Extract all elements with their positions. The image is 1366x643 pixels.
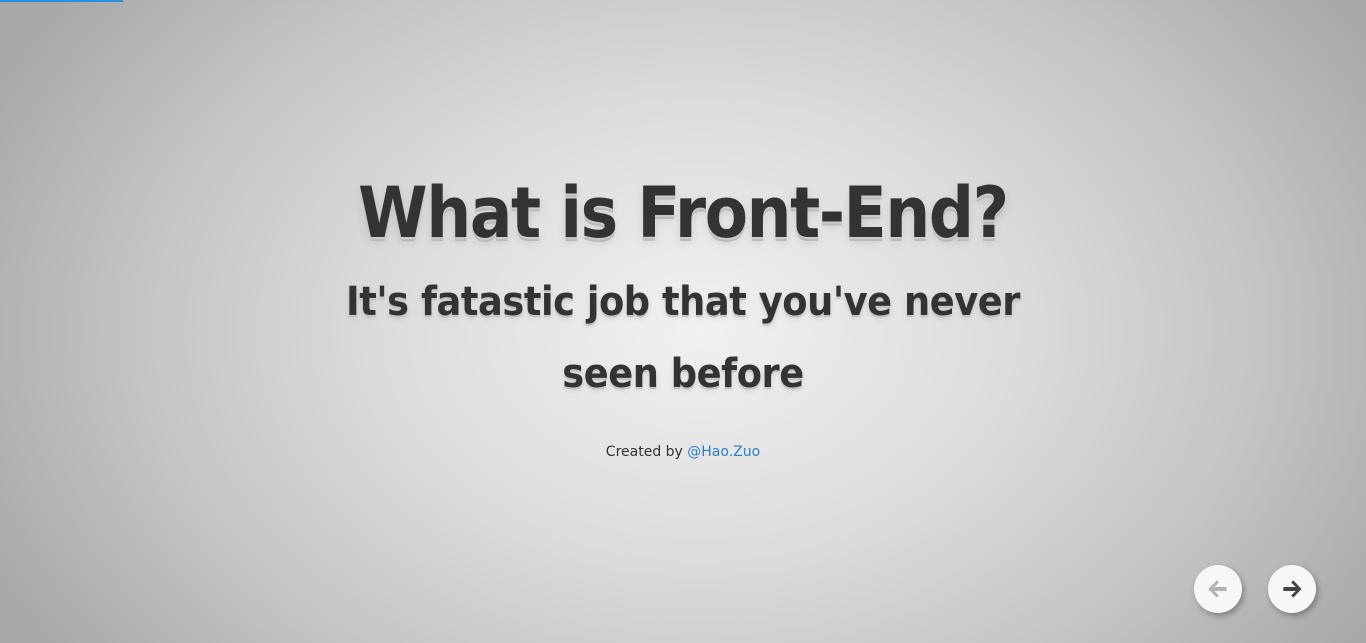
next-slide-button[interactable] [1268, 565, 1316, 613]
credit-line: Created by @Hao.Zuo [183, 444, 1183, 460]
slide-title: What is Front-End? [358, 172, 1009, 254]
progress-fill [0, 0, 123, 2]
progress-bar [0, 0, 1366, 2]
slide-subtitle: It's fatastic job that you've never seen… [345, 279, 1020, 397]
credit-prefix: Created by [605, 444, 688, 460]
slide: What is Front-End? It's fatastic job tha… [183, 160, 1183, 474]
previous-slide-button[interactable] [1194, 565, 1242, 613]
arrow-left-icon [1208, 580, 1227, 598]
arrow-right-icon [1283, 580, 1302, 598]
author-link[interactable]: @Hao.Zuo [687, 444, 760, 460]
